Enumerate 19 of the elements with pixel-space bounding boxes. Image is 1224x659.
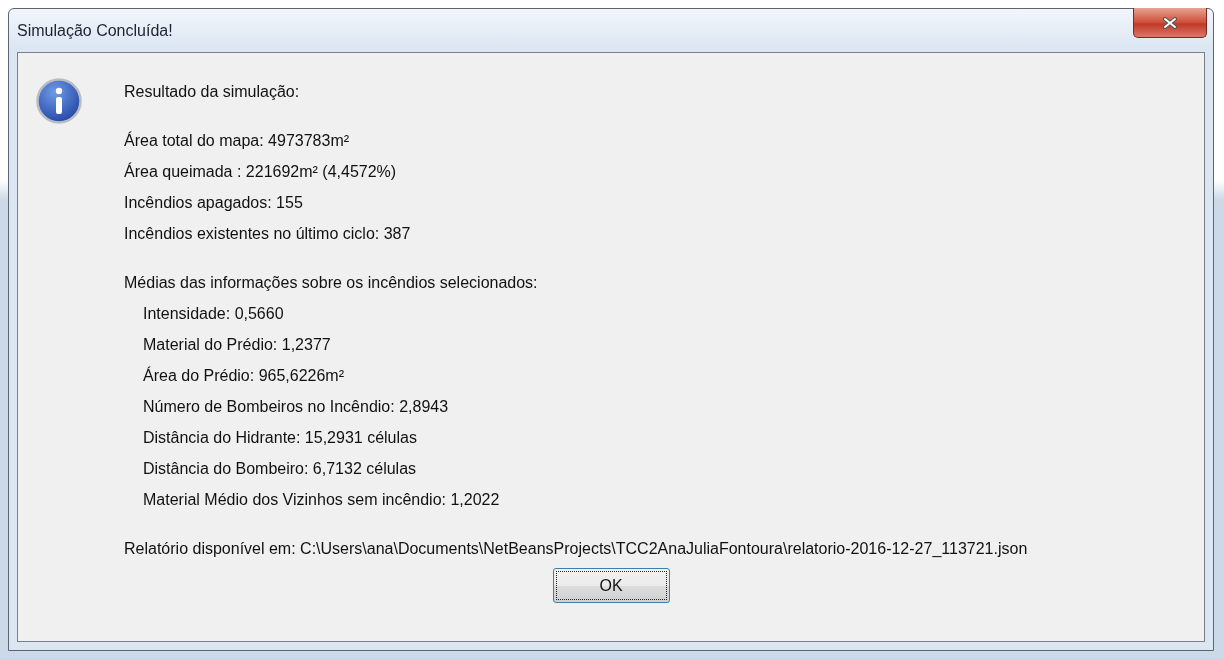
summary-line: Área queimada : 221692m² (4,4572%) <box>124 161 397 182</box>
ok-button[interactable]: OK <box>552 568 670 603</box>
window-title: Simulação Concluída! <box>17 22 173 40</box>
report-path: Relatório disponível em: C:\Users\ana\Documents\NetBeansProjects\TCC2AnaJuliaFontoura\relatorio-2016-12-27_113721.json <box>124 539 1028 559</box>
summary-line: Área total do mapa: 4973783m² <box>124 130 350 151</box>
average-line: Material Médio dos Vizinhos sem incêndio: 1,2022 <box>143 490 500 510</box>
close-button[interactable] <box>1133 8 1207 38</box>
average-line: Material do Prédio: 1,2377 <box>143 335 331 355</box>
message-heading: Resultado da simulação: <box>124 82 300 102</box>
summary-line: Incêndios existentes no último ciclo: 387 <box>124 224 411 244</box>
close-icon <box>1162 16 1178 29</box>
average-line: Área do Prédio: 965,6226m² <box>143 365 344 386</box>
summary-line: Incêndios apagados: 155 <box>124 193 303 213</box>
averages-heading: Médias das informações sobre os incêndios selecionados: <box>124 273 538 293</box>
average-line: Intensidade: 0,5660 <box>143 304 284 324</box>
average-line: Número de Bombeiros no Incêndio: 2,8943 <box>143 397 449 417</box>
average-line: Distância do Hidrante: 15,2931 células <box>143 428 417 448</box>
average-line: Distância do Bombeiro: 6,7132 células <box>143 459 417 479</box>
info-icon <box>36 78 82 124</box>
